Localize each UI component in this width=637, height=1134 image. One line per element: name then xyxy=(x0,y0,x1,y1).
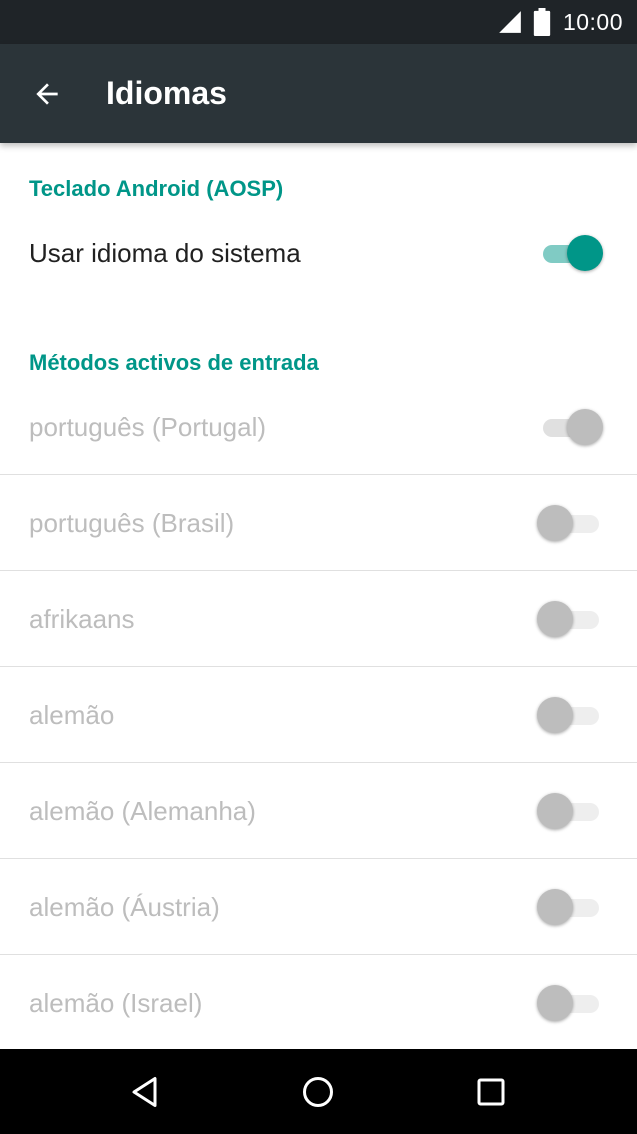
screen: 10:00 Idiomas Teclado Android (AOSP) Usa… xyxy=(0,0,637,1134)
switch-thumb xyxy=(537,505,573,541)
list-item-portugues-brasil[interactable]: português (Brasil) xyxy=(0,475,637,571)
switch-thumb xyxy=(537,985,573,1021)
nav-back-button[interactable] xyxy=(116,1062,176,1122)
list-item-switch[interactable] xyxy=(537,695,603,735)
list-item-alemao-austria[interactable]: alemão (Áustria) xyxy=(0,859,637,955)
back-button[interactable] xyxy=(0,44,100,143)
list-item-label: português (Brasil) xyxy=(29,507,235,538)
switch-thumb xyxy=(537,697,573,733)
system-language-label: Usar idioma do sistema xyxy=(29,237,301,268)
list-item-label: alemão (Áustria) xyxy=(29,891,220,922)
system-language-switch[interactable] xyxy=(539,233,603,273)
list-item-label: afrikaans xyxy=(29,603,135,634)
battery-icon xyxy=(533,8,551,36)
recents-square-icon xyxy=(477,1078,505,1105)
list-item-label: alemão (Alemanha) xyxy=(29,795,256,826)
status-time: 10:00 xyxy=(562,8,623,35)
page-title: Idiomas xyxy=(106,75,227,111)
back-triangle-icon xyxy=(132,1076,157,1107)
list-item-switch[interactable] xyxy=(539,407,603,447)
switch-thumb xyxy=(567,409,603,445)
switch-thumb xyxy=(537,889,573,925)
list-item-switch[interactable] xyxy=(537,887,603,927)
nav-home-button[interactable] xyxy=(288,1062,348,1122)
list-item-alemao-alemanha[interactable]: alemão (Alemanha) xyxy=(0,763,637,859)
list-item-switch[interactable] xyxy=(537,983,603,1023)
settings-list: Teclado Android (AOSP) Usar idioma do si… xyxy=(0,143,637,1049)
switch-thumb xyxy=(537,601,573,637)
list-item-label: alemão (Israel) xyxy=(29,987,203,1018)
list-item-alemao-israel[interactable]: alemão (Israel) xyxy=(0,955,637,1049)
status-bar: 10:00 xyxy=(0,0,637,44)
navigation-bar xyxy=(0,1049,637,1134)
nav-recents-button[interactable] xyxy=(461,1062,521,1122)
list-item-switch[interactable] xyxy=(537,791,603,831)
signal-icon xyxy=(499,11,521,33)
app-bar: Idiomas xyxy=(0,44,637,143)
system-language-row[interactable]: Usar idioma do sistema xyxy=(0,205,637,301)
list-item-label: português (Portugal) xyxy=(29,411,267,442)
list-item-switch[interactable] xyxy=(537,599,603,639)
list-item-afrikaans[interactable]: afrikaans xyxy=(0,571,637,667)
section-header-keyboard: Teclado Android (AOSP) xyxy=(29,176,284,201)
list-item-label: alemão xyxy=(29,699,115,730)
list-item-alemao[interactable]: alemão xyxy=(0,667,637,763)
home-circle-icon xyxy=(303,1076,334,1107)
section-header-input-methods: Métodos activos de entrada xyxy=(29,350,319,375)
arrow-left-icon xyxy=(36,82,58,105)
list-item-switch[interactable] xyxy=(537,503,603,543)
switch-thumb xyxy=(567,235,603,271)
list-item-portugues-portugal[interactable]: português (Portugal) xyxy=(0,379,637,475)
switch-thumb xyxy=(537,793,573,829)
